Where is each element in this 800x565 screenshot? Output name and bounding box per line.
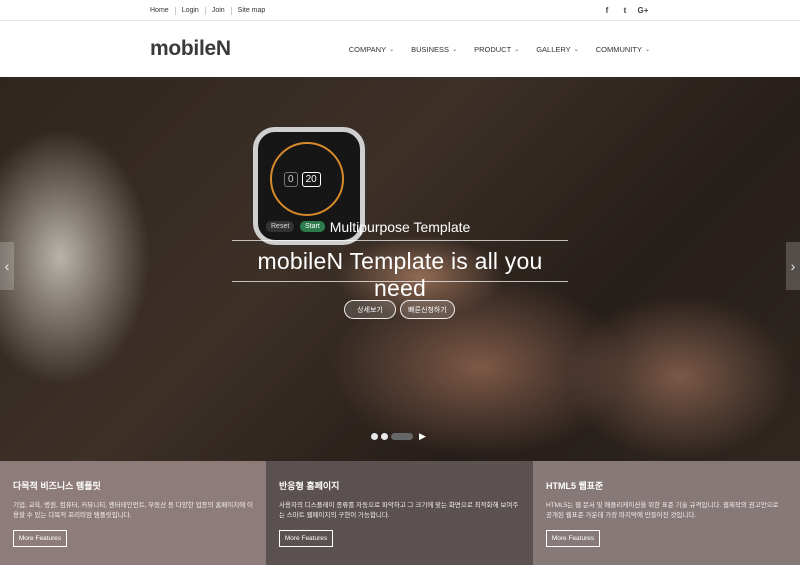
chevron-down-icon: ⌄ (573, 46, 579, 53)
feature-panel: 반응형 홈페이지 사용자의 디스플레이 종류를 자동으로 파악하고 그 크기에 … (266, 461, 533, 565)
site-header: mobileN COMPANY ⌄ BUSINESS ⌄ PRODUCT ⌄ G… (0, 21, 800, 77)
more-features-button[interactable]: More Features (13, 530, 67, 547)
twitter-icon[interactable]: t (616, 6, 634, 15)
feature-title: HTML5 웹표준 (546, 481, 604, 491)
chevron-down-icon: ⌄ (389, 46, 395, 53)
slide-dot-active[interactable] (391, 433, 413, 440)
feature-text: 사용자의 디스플레이 종류를 자동으로 파악하고 그 크기에 맞는 화면으로 최… (279, 502, 519, 519)
more-features-button[interactable]: More Features (546, 530, 600, 547)
hero-subtitle: Multipurpose Template (329, 219, 471, 235)
watch-readout: 0 20 (284, 172, 321, 187)
chevron-down-icon: ⌄ (644, 46, 650, 53)
home-link[interactable]: Home (150, 7, 175, 14)
slide-pagination: ▶ (371, 431, 426, 442)
feature-panel: HTML5 웹표준 HTML5는 웹 문서 및 애플리케이션을 위한 표준 기술… (533, 461, 800, 565)
nav-product[interactable]: PRODUCT ⌄ (474, 45, 519, 54)
divider (232, 240, 568, 241)
prev-slide-icon[interactable]: ‹ (0, 242, 14, 290)
utility-links: Home Login Join Site map (150, 0, 271, 21)
nav-label: COMMUNITY (595, 44, 642, 54)
watch-digit: 20 (301, 172, 321, 187)
facebook-icon[interactable]: f (598, 6, 616, 15)
nav-label: GALLERY (536, 44, 571, 54)
quick-apply-button[interactable]: 빠른신청하기 (400, 300, 455, 319)
social-links: f t G+ (598, 0, 652, 21)
play-icon[interactable]: ▶ (419, 431, 426, 442)
details-button[interactable]: 상세보기 (344, 300, 396, 319)
nav-gallery[interactable]: GALLERY ⌄ (536, 45, 579, 54)
sitemap-link[interactable]: Site map (232, 7, 272, 14)
site-logo[interactable]: mobileN (150, 37, 231, 61)
watch-digit: 0 (284, 172, 298, 187)
feature-text: 기업, 교육, 병원, 컴퓨터, 커뮤니티, 엔터테인먼트, 부동산 등 다양한… (13, 502, 254, 519)
main-nav: COMPANY ⌄ BUSINESS ⌄ PRODUCT ⌄ GALLERY ⌄… (332, 21, 650, 77)
slide-dot[interactable] (381, 433, 388, 440)
chevron-down-icon: ⌄ (452, 46, 458, 53)
join-link[interactable]: Join (206, 7, 231, 14)
top-utility-bar: Home Login Join Site map f t G+ (0, 0, 800, 21)
feature-panel: 다목적 비즈니스 템플릿 기업, 교육, 병원, 컴퓨터, 커뮤니티, 엔터테인… (0, 461, 266, 565)
hero-slider: 0 20 Reset Start Multipurpose Template m… (0, 77, 800, 461)
feature-panels: 다목적 비즈니스 템플릿 기업, 교육, 병원, 컴퓨터, 커뮤니티, 엔터테인… (0, 461, 800, 565)
nav-label: COMPANY (348, 44, 387, 54)
slide-dot[interactable] (371, 433, 378, 440)
feature-text: HTML5는 웹 문서 및 애플리케이션을 위한 표준 기술 규격입니다. 웹제… (546, 502, 779, 519)
google-plus-icon[interactable]: G+ (634, 6, 652, 15)
login-link[interactable]: Login (176, 7, 205, 14)
divider (232, 281, 568, 282)
nav-company[interactable]: COMPANY ⌄ (349, 45, 394, 54)
nav-business[interactable]: BUSINESS ⌄ (411, 45, 457, 54)
nav-label: PRODUCT (474, 44, 512, 54)
more-features-button[interactable]: More Features (279, 530, 333, 547)
feature-title: 반응형 홈페이지 (279, 481, 340, 491)
nav-community[interactable]: COMMUNITY ⌄ (596, 45, 650, 54)
hero-title: mobileN Template is all you need (257, 248, 543, 301)
nav-label: BUSINESS (411, 44, 450, 54)
next-slide-icon[interactable]: › (786, 242, 800, 290)
feature-title: 다목적 비즈니스 템플릿 (13, 481, 101, 491)
chevron-down-icon: ⌄ (514, 46, 520, 53)
